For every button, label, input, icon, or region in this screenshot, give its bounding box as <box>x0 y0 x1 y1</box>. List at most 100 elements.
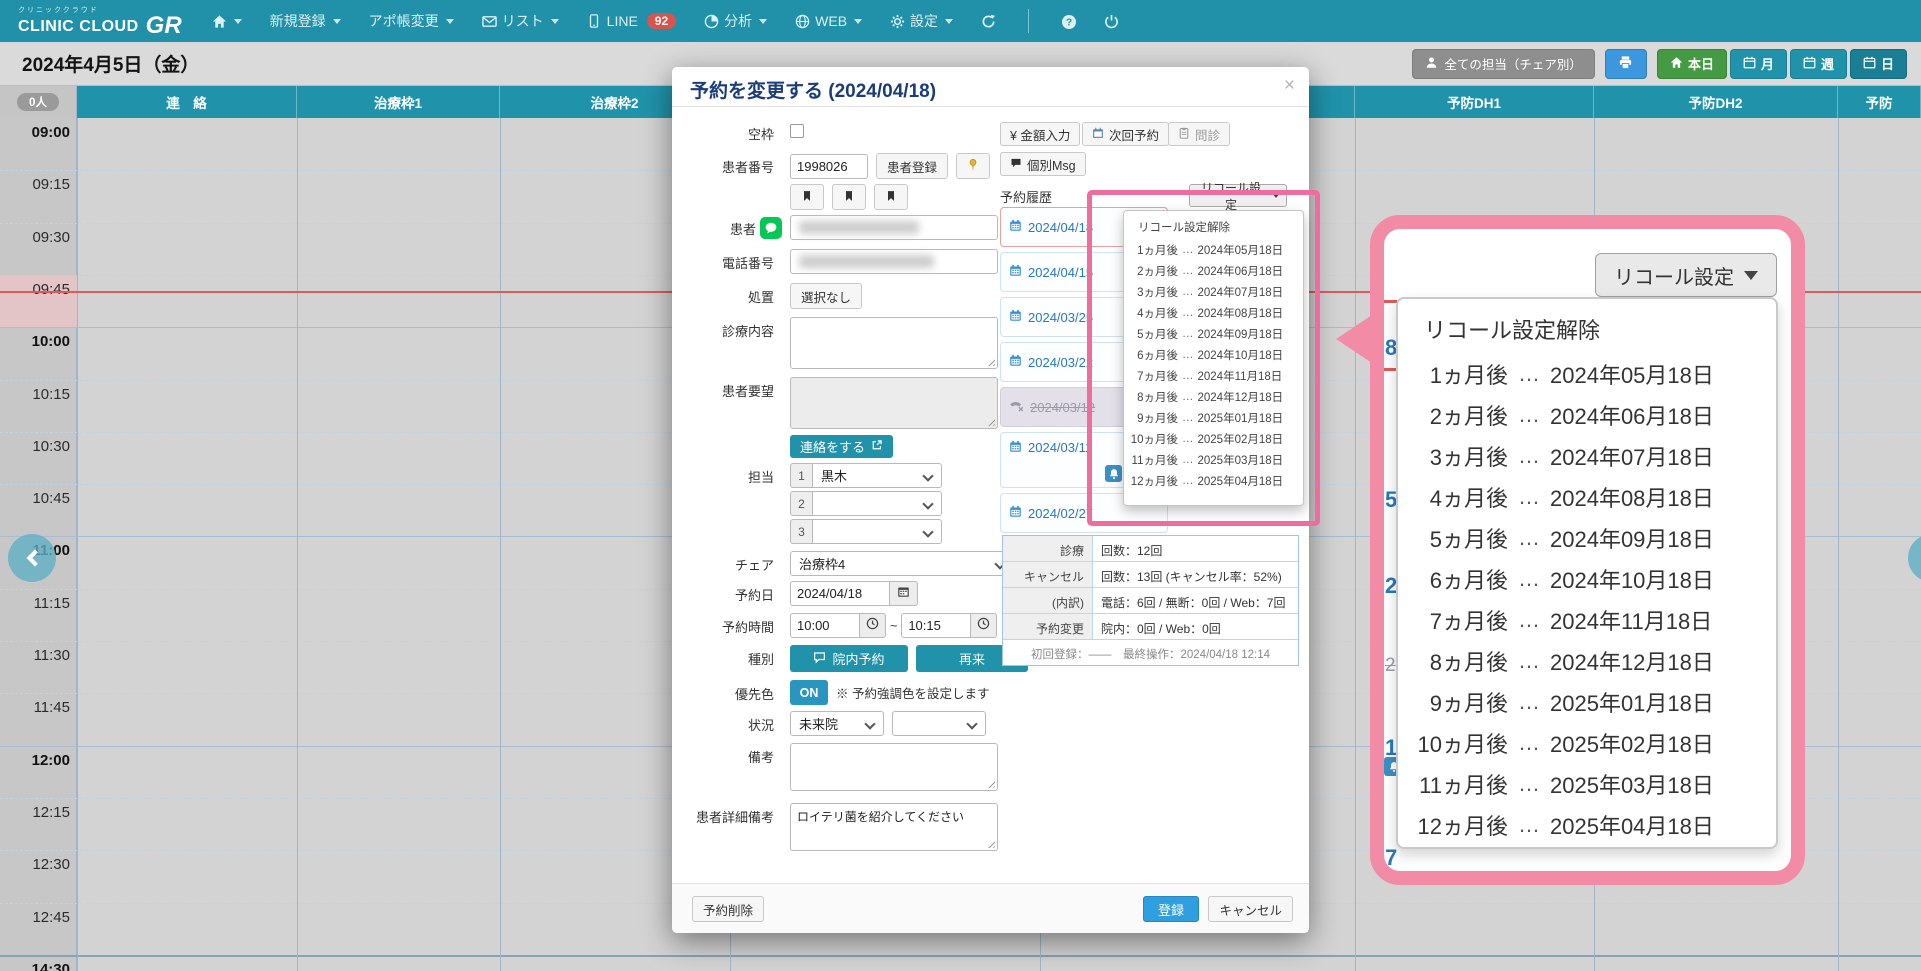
status-select[interactable]: 未来院 <box>790 711 884 736</box>
recall-option[interactable]: 10ヵ月後…2025年02月18日 <box>1398 722 1776 763</box>
remarks-textarea[interactable] <box>790 743 998 791</box>
recall-clear-option[interactable]: リコール設定解除 <box>1398 309 1776 353</box>
recall-option[interactable]: 7ヵ月後…2024年11月18日 <box>1398 599 1776 640</box>
recall-option[interactable]: 1ヵ月後…2024年05月18日 <box>1398 353 1776 394</box>
recall-option[interactable]: 5ヵ月後…2024年09月18日 <box>1398 517 1776 558</box>
nav-logout[interactable] <box>1104 14 1119 29</box>
start-time-input[interactable] <box>790 613 860 638</box>
month-view-button[interactable]: 月 <box>1730 49 1787 79</box>
column-header-2[interactable]: 治療枠1 <box>297 86 500 118</box>
recall-option[interactable]: 12ヵ月後…2025年04月18日 <box>1398 804 1776 845</box>
bookmark-button[interactable] <box>832 184 866 210</box>
nav-appointment-book[interactable]: アポ帳変更 <box>369 11 454 31</box>
recall-option[interactable]: 1ヵ月後…2024年05月18日 <box>1124 239 1303 260</box>
end-time-picker-button[interactable] <box>971 613 997 638</box>
chair-select[interactable]: 治療枠4 <box>790 551 1014 576</box>
nav-list[interactable]: リスト <box>482 11 559 31</box>
nav-web[interactable]: WEB <box>795 13 862 29</box>
scroll-left-button[interactable] <box>8 534 56 582</box>
delete-appointment-button[interactable]: 予約削除 <box>692 896 764 922</box>
nav-settings[interactable]: 設定 <box>890 11 953 31</box>
recall-option[interactable]: 5ヵ月後…2024年09月18日 <box>1124 323 1303 344</box>
cancel-button[interactable]: キャンセル <box>1208 896 1293 922</box>
patient-name-input[interactable] <box>790 215 998 240</box>
amount-input-button[interactable]: ¥ 金額入力 <box>1000 122 1080 146</box>
modal-footer: 予約削除 登録 キャンセル <box>672 883 1309 933</box>
contact-button[interactable]: 連絡をする <box>790 435 893 458</box>
end-time-input[interactable] <box>901 613 971 638</box>
day-view-button[interactable]: 日 <box>1850 49 1907 79</box>
submit-button[interactable]: 登録 <box>1143 896 1199 922</box>
phone-cancel-icon <box>1009 400 1024 415</box>
staff-select-2[interactable]: 2 <box>790 491 942 516</box>
column-header-1[interactable]: 連 絡 <box>77 86 297 118</box>
bookmark-button[interactable] <box>874 184 908 210</box>
recall-option[interactable]: 12ヵ月後…2025年04月18日 <box>1124 470 1303 491</box>
recall-option-months: 4ヵ月後 <box>1398 481 1508 513</box>
time-label: 09:00 <box>0 124 70 141</box>
treatment-select-button[interactable]: 選択なし <box>790 283 862 309</box>
recall-option[interactable]: 9ヵ月後…2025年01月18日 <box>1124 407 1303 428</box>
recall-option[interactable]: 11ヵ月後…2025年03月18日 <box>1398 763 1776 804</box>
nav-new-registration[interactable]: 新規登録 <box>270 11 341 31</box>
recall-option[interactable]: 6ヵ月後…2024年10月18日 <box>1124 344 1303 365</box>
recall-option[interactable]: 8ヵ月後…2024年12月18日 <box>1398 640 1776 681</box>
recall-option[interactable]: 2ヵ月後…2024年06月18日 <box>1124 260 1303 281</box>
status-sub-select[interactable] <box>892 711 986 736</box>
appointment-date-input[interactable] <box>790 581 890 606</box>
bookmark-button[interactable] <box>790 184 824 210</box>
column-header-8[interactable]: 予防 <box>1838 86 1921 118</box>
recall-option-months: 7ヵ月後 <box>1124 368 1178 384</box>
empty-slot-checkbox[interactable] <box>790 124 804 138</box>
close-icon[interactable]: × <box>1284 75 1295 97</box>
next-appointment-button[interactable]: 次回予約 <box>1082 122 1169 146</box>
recall-option[interactable]: 11ヵ月後…2025年03月18日 <box>1124 449 1303 470</box>
column-header-7[interactable]: 予防DH2 <box>1594 86 1838 118</box>
staff-filter-button[interactable]: 全ての担当（チェア別） <box>1412 49 1595 79</box>
history-date: 2024/03/22 <box>1028 355 1093 370</box>
interview-button[interactable]: 問診 <box>1168 122 1230 146</box>
care-content-textarea[interactable] <box>790 317 998 369</box>
nav-home[interactable] <box>212 14 242 29</box>
scroll-right-button[interactable] <box>1908 534 1921 582</box>
nav-help[interactable]: ? <box>1061 14 1076 29</box>
staff-select-3[interactable]: 3 <box>790 519 942 544</box>
nav-refresh[interactable] <box>981 14 996 29</box>
app-logo[interactable]: クリニッククラウド CLINIC CLOUD GR <box>18 7 182 35</box>
recall-settings-button-magnified[interactable]: リコール設定 <box>1595 253 1777 297</box>
caret-down-icon <box>446 19 454 24</box>
recall-clear-option[interactable]: リコール設定解除 <box>1124 217 1303 239</box>
in-clinic-reservation-button[interactable]: 院内予約 <box>790 645 908 672</box>
nav-line[interactable]: LINE 92 <box>587 13 676 29</box>
individual-message-button[interactable]: 個別Msg <box>1000 152 1086 176</box>
start-time-picker-button[interactable] <box>860 613 886 638</box>
recall-option[interactable]: 3ヵ月後…2024年07月18日 <box>1124 281 1303 302</box>
recall-option[interactable]: 7ヵ月後…2024年11月18日 <box>1124 365 1303 386</box>
recall-option[interactable]: 3ヵ月後…2024年07月18日 <box>1398 435 1776 476</box>
recall-option[interactable]: 8ヵ月後…2024年12月18日 <box>1124 386 1303 407</box>
recall-option[interactable]: 4ヵ月後…2024年08月18日 <box>1124 302 1303 323</box>
patient-detail-remarks-textarea[interactable]: ロイテリ菌を紹介してください <box>790 803 998 851</box>
recall-option[interactable]: 10ヵ月後…2025年02月18日 <box>1124 428 1303 449</box>
date-picker-button[interactable] <box>890 581 918 606</box>
column-header-6[interactable]: 予防DH1 <box>1355 86 1594 118</box>
patient-register-button[interactable]: 患者登録 <box>876 153 948 179</box>
recall-option[interactable]: 6ヵ月後…2024年10月18日 <box>1398 558 1776 599</box>
nav-analysis[interactable]: 分析 <box>704 11 767 31</box>
week-view-button[interactable]: 週 <box>1790 49 1847 79</box>
line-count-badge: 92 <box>647 13 676 29</box>
today-button[interactable]: 本日 <box>1657 49 1727 79</box>
pie-chart-icon <box>704 14 719 29</box>
recall-option[interactable]: 2ヵ月後…2024年06月18日 <box>1398 394 1776 435</box>
phone-input[interactable] <box>790 249 998 274</box>
nav-settings-label: 設定 <box>910 11 938 31</box>
recall-option[interactable]: 9ヵ月後…2025年01月18日 <box>1398 681 1776 722</box>
recall-settings-button[interactable]: リコール設定 <box>1189 184 1287 207</box>
stats-row-label: (内訳) <box>1003 588 1093 613</box>
pin-button[interactable] <box>956 153 990 179</box>
print-button[interactable] <box>1605 49 1647 79</box>
recall-option[interactable]: 4ヵ月後…2024年08月18日 <box>1398 476 1776 517</box>
staff-select-1[interactable]: 1 黒木 <box>790 463 942 488</box>
patient-number-input[interactable] <box>790 154 868 179</box>
priority-color-toggle[interactable]: ON <box>790 680 828 705</box>
